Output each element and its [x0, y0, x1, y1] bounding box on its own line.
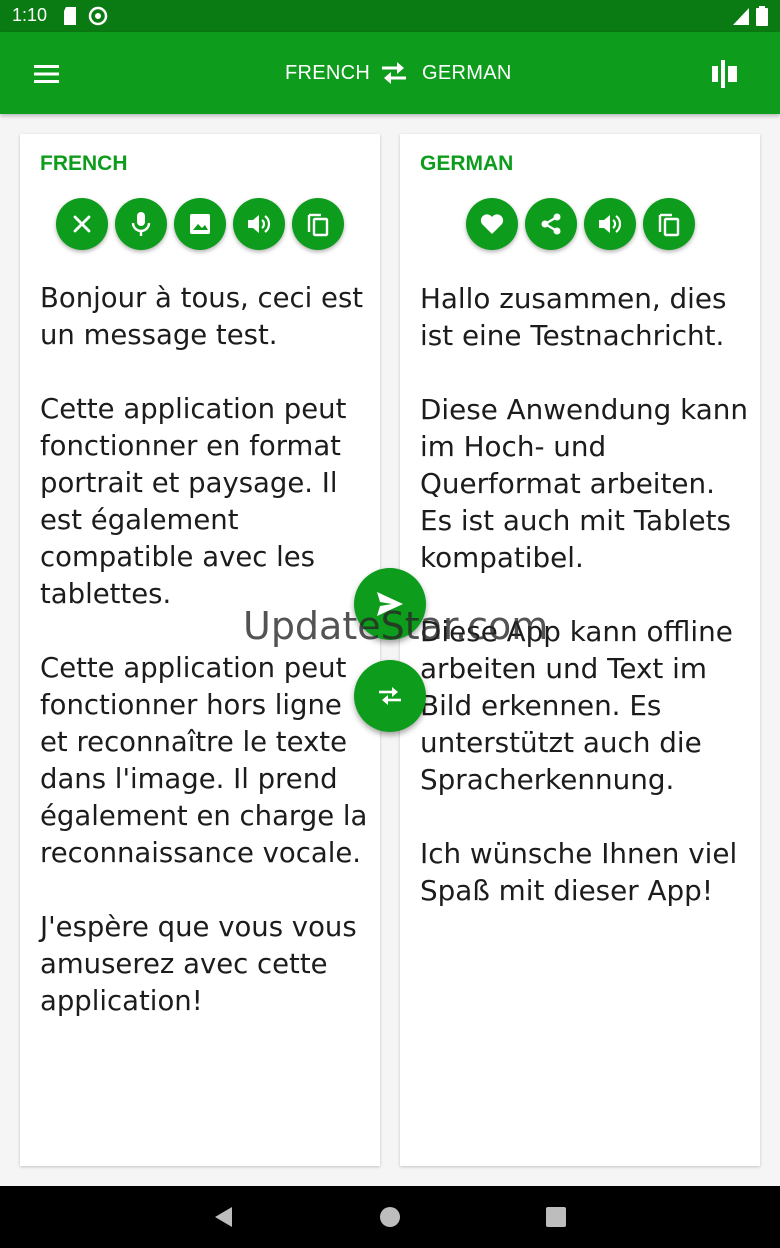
microphone-button[interactable] [115, 198, 167, 250]
source-panel-language: FRENCH [40, 152, 128, 175]
status-time: 1:10 [12, 5, 48, 25]
target-language-selector[interactable]: GERMAN [422, 62, 512, 85]
menu-button[interactable] [24, 54, 70, 94]
image-button[interactable] [174, 198, 226, 250]
microphone-icon [131, 212, 151, 236]
back-icon[interactable] [212, 1205, 236, 1229]
source-text[interactable]: Bonjour à tous, ceci est un message test… [40, 280, 370, 1020]
source-panel: FRENCH Bonjour à tous, ceci est un messa… [20, 134, 380, 1166]
speak-source-button[interactable] [233, 198, 285, 250]
source-panel-actions [20, 198, 380, 250]
target-panel-language: GERMAN [420, 152, 514, 175]
battery-icon [756, 6, 768, 26]
target-panel-actions [400, 198, 760, 250]
swap-text-button[interactable] [354, 660, 426, 732]
speak-target-button[interactable] [583, 198, 636, 250]
swap-icon [382, 62, 406, 84]
image-icon [190, 214, 210, 234]
copy-icon [307, 213, 329, 237]
share-icon [541, 213, 560, 235]
favorite-button[interactable] [465, 198, 518, 250]
app-bar: FRENCH GERMAN [0, 32, 780, 114]
signal-icon [733, 8, 749, 25]
speaker-icon [598, 215, 621, 233]
clear-icon [73, 215, 91, 233]
swap-languages-button[interactable] [380, 60, 408, 86]
watermark: UpdateStar.com [243, 604, 549, 648]
source-language-selector[interactable]: FRENCH [285, 62, 370, 85]
copy-target-button[interactable] [642, 198, 695, 250]
layout-toggle-button[interactable] [706, 54, 746, 94]
navigation-bar [0, 1186, 780, 1248]
favorite-icon [480, 214, 503, 234]
split-view-icon [712, 60, 737, 88]
copy-source-button[interactable] [292, 198, 344, 250]
home-icon[interactable] [378, 1205, 402, 1229]
sd-card-icon [64, 7, 76, 25]
sync-icon [88, 6, 108, 26]
status-bar: 1:10 [0, 0, 780, 32]
target-panel: GERMAN Hallo zusammen, dies ist eine Tes… [400, 134, 760, 1166]
share-button[interactable] [524, 198, 577, 250]
target-text: Hallo zusammen, dies ist eine Testnachri… [420, 282, 748, 907]
swap-icon [379, 687, 401, 705]
copy-icon [658, 213, 679, 237]
menu-icon [34, 65, 59, 83]
recents-icon[interactable] [544, 1205, 568, 1229]
speaker-icon [248, 215, 271, 233]
clear-button[interactable] [56, 198, 108, 250]
